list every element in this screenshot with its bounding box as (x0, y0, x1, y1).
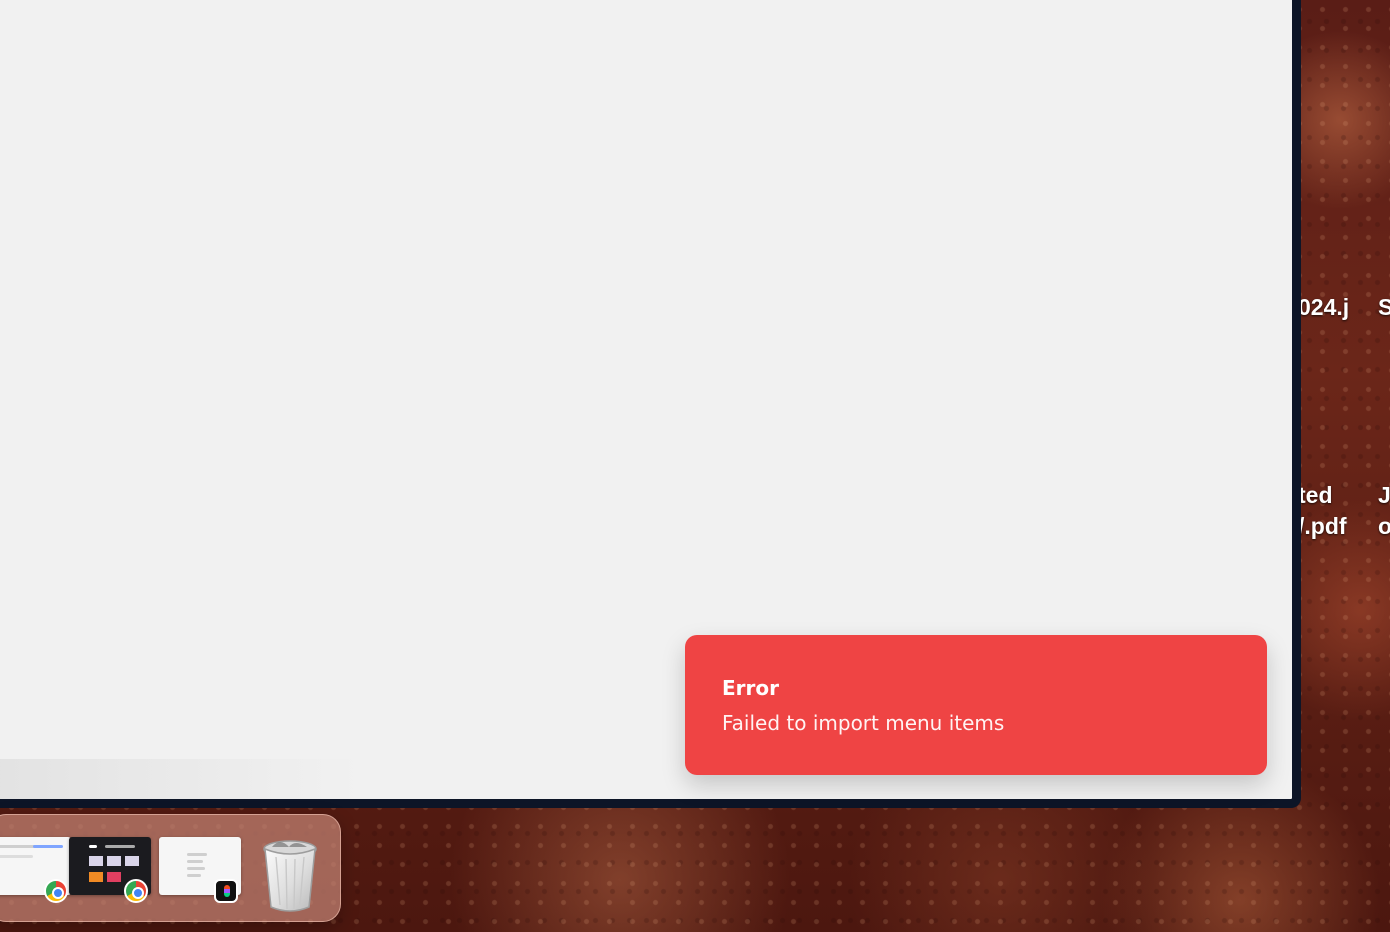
dock (0, 814, 341, 922)
toast-message: Failed to import menu items (722, 711, 1005, 735)
application-window: Error Failed to import menu items (0, 0, 1301, 808)
desktop-file-label-3-line-1[interactable]: ted (1298, 480, 1333, 511)
desktop-background: 024.j S ted J /.pdf o Error Failed to im… (0, 0, 1390, 932)
desktop-file-label-4-line-2[interactable]: o (1378, 511, 1390, 542)
trash-icon (263, 840, 317, 912)
dock-item-chrome-dark-window[interactable] (69, 832, 153, 908)
window-bottom-shadow (0, 759, 360, 799)
toast-title: Error (722, 676, 779, 700)
desktop-file-label-4-line-1[interactable]: J (1378, 480, 1390, 511)
error-toast[interactable]: Error Failed to import menu items (685, 635, 1267, 775)
dock-item-figma-window[interactable] (159, 832, 243, 908)
figma-icon (214, 879, 238, 903)
dock-item-chrome-window[interactable] (0, 832, 73, 908)
desktop-file-label-1[interactable]: 024.j (1298, 292, 1349, 323)
desktop-file-label-2[interactable]: S (1378, 292, 1390, 323)
chrome-icon (44, 879, 68, 903)
window-content-area: Error Failed to import menu items (0, 0, 1292, 799)
chrome-icon (124, 879, 148, 903)
desktop-file-label-3-line-2[interactable]: /.pdf (1298, 511, 1347, 542)
dock-item-trash[interactable] (247, 832, 331, 912)
